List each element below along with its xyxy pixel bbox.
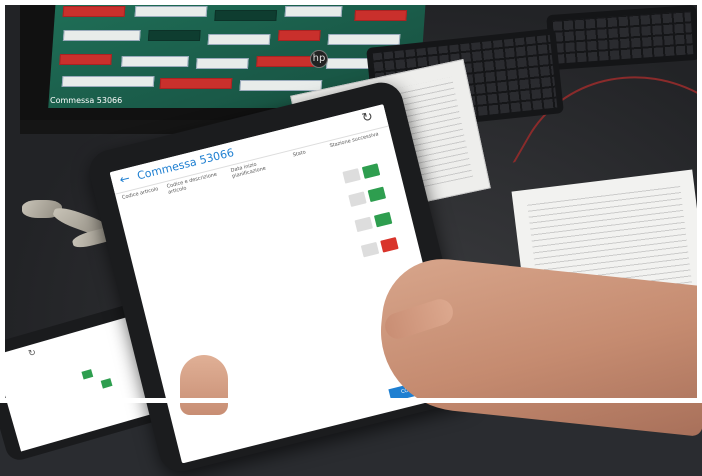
arrow-left-icon[interactable]: ←	[118, 171, 131, 187]
monitor-tile	[62, 6, 126, 17]
task-action-button[interactable]	[360, 241, 380, 258]
task-action-button[interactable]	[367, 186, 387, 203]
thumb	[180, 355, 228, 415]
task-action-button[interactable]	[348, 191, 367, 207]
task-action-button[interactable]	[373, 211, 393, 228]
green-button[interactable]	[81, 369, 94, 380]
monitor-tile	[239, 80, 323, 91]
monitor-tile	[59, 54, 112, 65]
state-column: Stato	[292, 149, 307, 159]
monitor-tile	[195, 58, 249, 69]
refresh-icon[interactable]: ↻	[27, 348, 37, 360]
monitor-tile	[61, 76, 155, 87]
task-action-button[interactable]	[342, 168, 361, 184]
task-action-button[interactable]	[354, 216, 373, 233]
monitor-tile	[62, 30, 141, 41]
monitor-tile	[147, 30, 201, 41]
hp-logo-icon: hp	[310, 50, 328, 68]
monitor-tile	[284, 6, 343, 17]
keyboard-top-right	[546, 4, 700, 71]
monitor-tile	[354, 10, 408, 21]
task-action-button[interactable]	[361, 163, 381, 179]
monitor-tile	[277, 30, 321, 41]
monitor-tile	[159, 78, 233, 89]
green-button[interactable]	[100, 378, 113, 389]
monitor-tile	[121, 56, 189, 67]
monitor-tile	[214, 10, 278, 21]
monitor-tile	[327, 34, 401, 45]
task-action-button[interactable]	[380, 237, 399, 253]
refresh-icon[interactable]: ↻	[360, 109, 374, 126]
monitor-tile	[207, 34, 271, 45]
monitor-title: Commessa 53066	[50, 96, 123, 105]
monitor-tile	[134, 6, 208, 17]
